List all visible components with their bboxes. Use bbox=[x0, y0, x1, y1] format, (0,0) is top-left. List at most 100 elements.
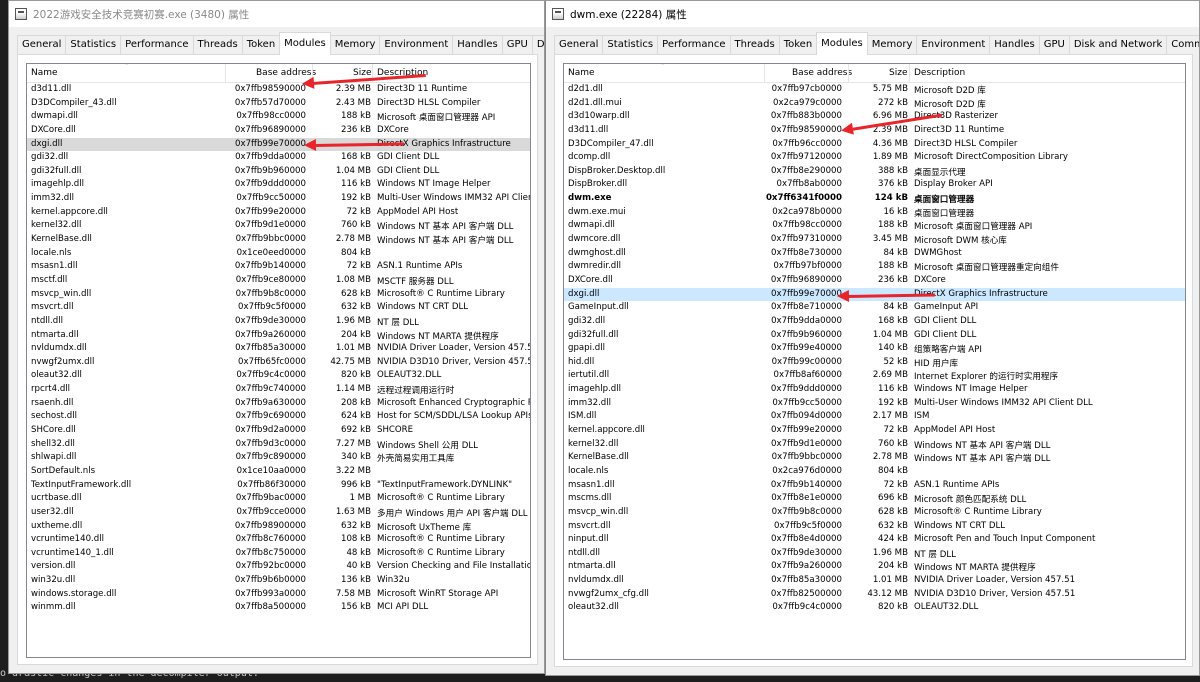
left-tab-handles[interactable]: Handles bbox=[452, 35, 503, 55]
module-row[interactable]: nvwgf2umx.dll 0x7ffb65fc0000 42.75 MB NVIDI… bbox=[27, 356, 530, 370]
module-row[interactable]: locale.nls 0x2ca976d0000 804 kB bbox=[564, 465, 1185, 479]
module-row[interactable]: msasn1.dll 0x7ffb9b140000 72 kB ASN.1 Runti… bbox=[27, 260, 530, 274]
module-row[interactable]: dwm.exe.mui 0x2ca978b0000 16 kB 桌面窗口管理器 bbox=[564, 206, 1185, 220]
module-row[interactable]: nvwgf2umx_cfg.dll 0x7ffb82500000 43.12 MB N… bbox=[564, 588, 1185, 602]
column-description-header[interactable]: Description bbox=[914, 68, 965, 78]
module-row[interactable]: SHCore.dll 0x7ffb9d2a0000 692 kB SHCORE bbox=[27, 424, 530, 438]
module-row[interactable]: d2d1.dll 0x7ffb97cb0000 5.75 MB Microsoft D… bbox=[564, 83, 1185, 97]
right-properties-window[interactable]: dwm.exe (22284) 属性 General Statistics Perf… bbox=[545, 0, 1200, 676]
right-titlebar[interactable]: dwm.exe (22284) 属性 bbox=[546, 1, 1199, 27]
module-row[interactable]: uxtheme.dll 0x7ffb98900000 632 kB Microsoft… bbox=[27, 520, 530, 534]
module-row[interactable]: dxgi.dll 0x7ffb99e70000 DirectX Graphics I… bbox=[27, 137, 530, 152]
right-tab-disk-and-network[interactable]: Disk and Network bbox=[1068, 35, 1168, 55]
module-row[interactable]: nvldumdx.dll 0x7ffb85a30000 1.01 MB NVIDIA … bbox=[27, 342, 530, 356]
module-row[interactable]: msvcrt.dll 0x7ffb9c5f0000 632 kB Windows NT… bbox=[27, 301, 530, 315]
column-separator[interactable] bbox=[909, 64, 910, 83]
module-row[interactable]: DXCore.dll 0x7ffb96890000 236 kB DXCore bbox=[27, 124, 530, 138]
module-row[interactable]: D3DCompiler_43.dll 0x7ffb57d70000 2.43 MB D… bbox=[27, 97, 530, 111]
module-row[interactable]: sechost.dll 0x7ffb9c690000 624 kB Host for … bbox=[27, 410, 530, 424]
right-tab-handles[interactable]: Handles bbox=[989, 35, 1040, 55]
right-tab-token[interactable]: Token bbox=[778, 35, 818, 55]
module-row[interactable]: ntmarta.dll 0x7ffb9a260000 204 kB Windows N… bbox=[27, 329, 530, 343]
module-row[interactable]: dcomp.dll 0x7ffb97120000 1.89 MB Microsoft … bbox=[564, 151, 1185, 165]
module-row[interactable]: hid.dll 0x7ffb99c00000 52 kB HID 用户库 bbox=[564, 356, 1185, 370]
column-size-header[interactable]: Size bbox=[353, 68, 371, 78]
module-row[interactable]: ntdll.dll 0x7ffb9de30000 1.96 MB NT 层 DLL bbox=[564, 547, 1185, 561]
right-tab-comment[interactable]: Comment bbox=[1166, 35, 1199, 55]
module-row[interactable]: win32u.dll 0x7ffb9b6b0000 136 kB Win32u bbox=[27, 574, 530, 588]
column-size-header[interactable]: Size bbox=[889, 68, 907, 78]
module-row[interactable]: d2d1.dll.mui 0x2ca979c0000 272 kB Microsoft… bbox=[564, 97, 1185, 111]
right-tab-environment[interactable]: Environment bbox=[916, 35, 991, 55]
module-row[interactable]: dwmcore.dll 0x7ffb97310000 3.45 MB Microsof… bbox=[564, 233, 1185, 247]
module-row[interactable]: kernel32.dll 0x7ffb9d1e0000 760 kB Windows … bbox=[564, 438, 1185, 452]
module-row[interactable]: d3d10warp.dll 0x7ffb883b0000 6.96 MB Direct… bbox=[564, 110, 1185, 124]
module-row[interactable]: ISM.dll 0x7ffb094d0000 2.17 MB ISM bbox=[564, 410, 1185, 424]
right-tab-statistics[interactable]: Statistics bbox=[602, 35, 659, 55]
left-tab-disk[interactable]: Disk bbox=[531, 35, 544, 55]
left-tab-performance[interactable]: Performance bbox=[120, 35, 194, 55]
module-row[interactable]: GameInput.dll 0x7ffb8e710000 84 kB GameInpu… bbox=[564, 301, 1185, 315]
module-row[interactable]: SortDefault.nls 0x1ce10aa0000 3.22 MB bbox=[27, 465, 530, 479]
right-tab-performance[interactable]: Performance bbox=[657, 35, 731, 55]
column-base-header[interactable]: Base address bbox=[792, 68, 852, 78]
module-row[interactable]: oleaut32.dll 0x7ffb9c4c0000 820 kB OLEAUT32… bbox=[27, 369, 530, 383]
module-row[interactable]: KernelBase.dll 0x7ffb9bbc0000 2.78 MB Windo… bbox=[27, 233, 530, 247]
column-separator[interactable] bbox=[225, 64, 226, 83]
module-row[interactable]: shell32.dll 0x7ffb9d3c0000 7.27 MB Windows … bbox=[27, 438, 530, 452]
module-row[interactable]: TextInputFramework.dll 0x7ffb86f30000 996 … bbox=[27, 479, 530, 493]
module-row[interactable]: ntdll.dll 0x7ffb9de30000 1.96 MB NT 层 DLL bbox=[27, 315, 530, 329]
module-row[interactable]: rpcrt4.dll 0x7ffb9c740000 1.14 MB 远程过程调用运行时 bbox=[27, 383, 530, 397]
module-row[interactable]: gdi32.dll 0x7ffb9dda0000 168 kB GDI Client … bbox=[564, 315, 1185, 329]
right-tab-memory[interactable]: Memory bbox=[866, 35, 918, 55]
right-tab-general[interactable]: General bbox=[554, 35, 604, 55]
module-row[interactable]: version.dll 0x7ffb92bc0000 40 kB Version Ch… bbox=[27, 560, 530, 574]
module-row[interactable]: winmm.dll 0x7ffb8a500000 156 kB MCI API DLL bbox=[27, 601, 530, 615]
left-titlebar[interactable]: 2022游戏安全技术竞赛初赛.exe (3480) 属性 bbox=[9, 1, 544, 27]
left-properties-window[interactable]: 2022游戏安全技术竞赛初赛.exe (3480) 属性 General Stat… bbox=[8, 0, 545, 674]
left-modules-list[interactable]: Name ˄ Base address Size Description d3d… bbox=[26, 63, 531, 658]
module-row[interactable]: dwm.exe 0x7ff6341f0000 124 kB 桌面窗口管理器 bbox=[564, 192, 1185, 206]
right-tab-modules[interactable]: Modules bbox=[816, 32, 868, 55]
module-row[interactable]: mscms.dll 0x7ffb8e1e0000 696 kB Microsoft 颜… bbox=[564, 492, 1185, 506]
module-row[interactable]: D3DCompiler_47.dll 0x7ffb96cc0000 4.36 MB D… bbox=[564, 138, 1185, 152]
module-row[interactable]: shlwapi.dll 0x7ffb9c890000 340 kB 外壳简易实用工具库 bbox=[27, 451, 530, 465]
module-row[interactable]: nvldumdx.dll 0x7ffb85a30000 1.01 MB NVIDIA … bbox=[564, 574, 1185, 588]
module-row[interactable]: vcruntime140.dll 0x7ffb8c760000 108 kB Micr… bbox=[27, 533, 530, 547]
module-row[interactable]: DXCore.dll 0x7ffb96890000 236 kB DXCore bbox=[564, 274, 1185, 288]
left-tab-gpu[interactable]: GPU bbox=[501, 35, 533, 55]
module-row[interactable]: imm32.dll 0x7ffb9cc50000 192 kB Multi-User … bbox=[27, 192, 530, 206]
module-row[interactable]: gdi32.dll 0x7ffb9dda0000 168 kB GDI Client … bbox=[27, 151, 530, 165]
module-row[interactable]: imagehlp.dll 0x7ffb9ddd0000 116 kB Windows … bbox=[564, 383, 1185, 397]
left-tab-environment[interactable]: Environment bbox=[379, 35, 454, 55]
module-row[interactable]: oleaut32.dll 0x7ffb9c4c0000 820 kB OLEAUT32… bbox=[564, 601, 1185, 615]
right-tab-threads[interactable]: Threads bbox=[729, 35, 780, 55]
module-row[interactable]: kernel32.dll 0x7ffb9d1e0000 760 kB Windows … bbox=[27, 219, 530, 233]
left-tab-memory[interactable]: Memory bbox=[329, 35, 381, 55]
module-row[interactable]: rsaenh.dll 0x7ffb9a630000 208 kB Microsoft … bbox=[27, 397, 530, 411]
column-separator[interactable] bbox=[764, 64, 765, 83]
left-tab-statistics[interactable]: Statistics bbox=[65, 35, 122, 55]
right-modules-list[interactable]: Name ˄ Base address Size Description d2d… bbox=[563, 63, 1186, 660]
module-row[interactable]: DispBroker.dll 0x7ffb8ab0000 376 kB Display… bbox=[564, 178, 1185, 192]
module-row[interactable]: imm32.dll 0x7ffb9cc50000 192 kB Multi-User … bbox=[564, 397, 1185, 411]
module-row[interactable]: msvcp_win.dll 0x7ffb9b8c0000 628 kB Microso… bbox=[27, 288, 530, 302]
module-row[interactable]: d3d11.dll 0x7ffb98590000 2.39 MB Direct3D 1… bbox=[27, 83, 530, 97]
module-row[interactable]: msvcp_win.dll 0x7ffb9b8c0000 628 kB Microso… bbox=[564, 506, 1185, 520]
module-row[interactable]: dwmredir.dll 0x7ffb97bf0000 188 kB Microsof… bbox=[564, 260, 1185, 274]
right-tab-gpu[interactable]: GPU bbox=[1038, 35, 1070, 55]
module-row[interactable]: gdi32full.dll 0x7ffb9b960000 1.04 MB GDI Cl… bbox=[27, 165, 530, 179]
module-row[interactable]: kernel.appcore.dll 0x7ffb99e20000 72 kB App… bbox=[27, 206, 530, 220]
module-row[interactable]: ninput.dll 0x7ffb8e4d0000 424 kB Microsoft … bbox=[564, 533, 1185, 547]
module-row[interactable]: imagehlp.dll 0x7ffb9ddd0000 116 kB Windows … bbox=[27, 178, 530, 192]
module-row[interactable]: dwmghost.dll 0x7ffb8e730000 84 kB DWMGhost bbox=[564, 247, 1185, 261]
module-row[interactable]: vcruntime140_1.dll 0x7ffb8c750000 48 kB Mic… bbox=[27, 547, 530, 561]
module-row[interactable]: locale.nls 0x1ce0eed0000 804 kB bbox=[27, 247, 530, 261]
module-row[interactable]: ntmarta.dll 0x7ffb9a260000 204 kB Windows N… bbox=[564, 560, 1185, 574]
left-tab-token[interactable]: Token bbox=[241, 35, 281, 55]
module-row[interactable]: gdi32full.dll 0x7ffb9b960000 1.04 MB GDI Cl… bbox=[564, 329, 1185, 343]
module-row[interactable]: gpapi.dll 0x7ffb99e40000 140 kB 组策略客户端 API bbox=[564, 342, 1185, 356]
module-row[interactable]: msvcrt.dll 0x7ffb9c5f0000 632 kB Windows NT… bbox=[564, 520, 1185, 534]
module-row[interactable]: ucrtbase.dll 0x7ffb9bac0000 1 MB Microsoft®… bbox=[27, 492, 530, 506]
column-name-header[interactable]: Name bbox=[568, 68, 595, 78]
